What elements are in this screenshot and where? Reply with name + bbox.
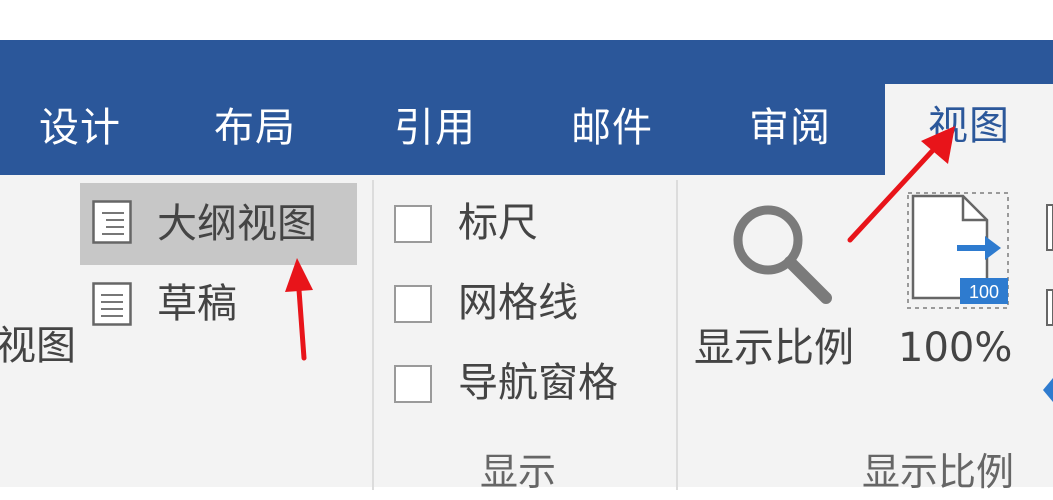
arrow-to-outline-view [285,258,313,361]
arrow-to-view-tab [847,126,955,243]
annotation-arrows [285,126,955,361]
